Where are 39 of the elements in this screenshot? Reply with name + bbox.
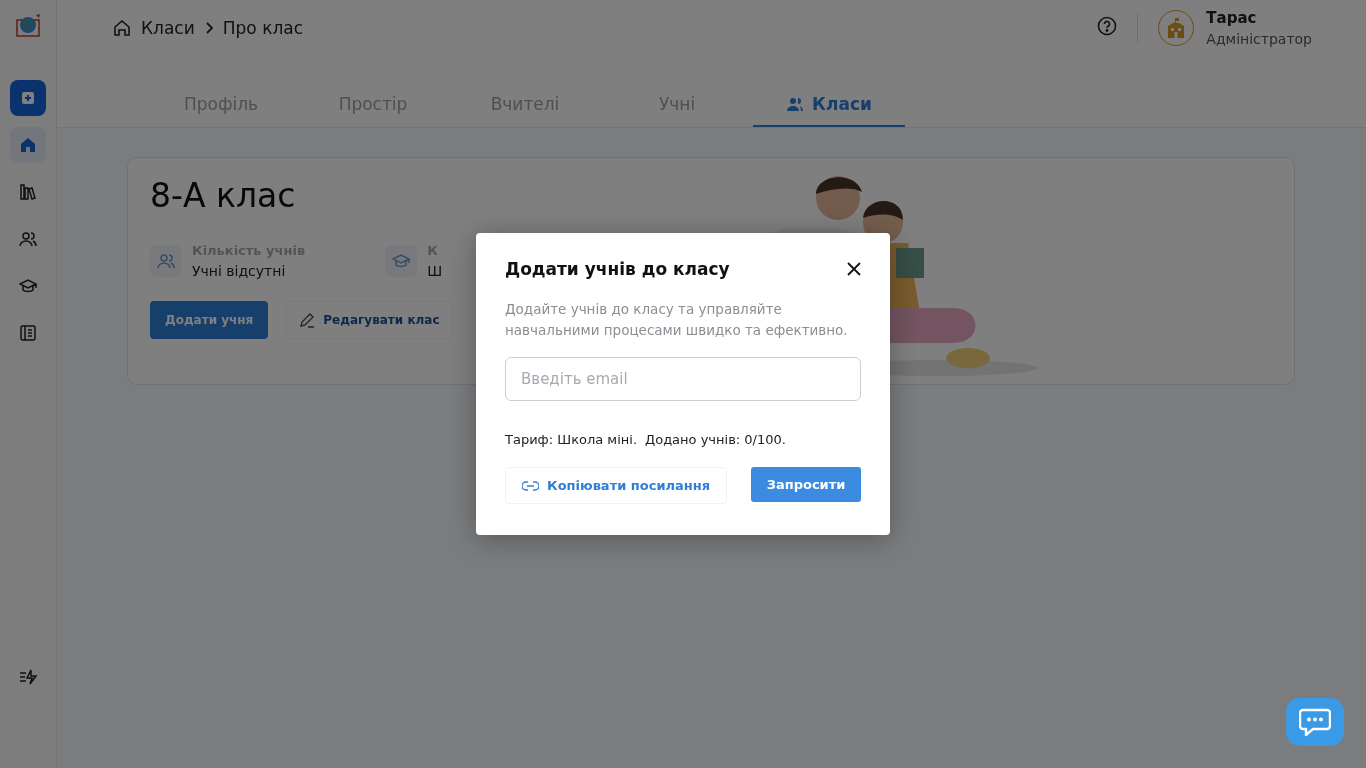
close-button[interactable] — [847, 262, 861, 276]
modal-description: Додайте учнів до класу та управляйте навчальними процесами швидко та ефективно. — [505, 300, 849, 340]
pencil-icon — [299, 312, 316, 328]
plus-icon — [21, 91, 35, 105]
stat-value: Ш — [427, 263, 443, 279]
help-icon[interactable] — [1097, 16, 1118, 36]
sidebar-item[interactable] — [10, 127, 46, 163]
edit-class-button[interactable]: Редагувати клас — [286, 301, 453, 339]
home-icon — [19, 136, 37, 154]
lightning-icon[interactable] — [19, 668, 37, 686]
user-role: Адміністратор — [1206, 31, 1312, 47]
users-icon — [157, 252, 175, 270]
link-icon — [522, 480, 539, 491]
tariff-text: Тариф: Школа міні. — [505, 432, 637, 447]
added-count-text: Додано учнів: 0/100. — [645, 432, 786, 447]
breadcrumb-item[interactable]: Класи — [141, 18, 195, 38]
user-name: Тарас — [1206, 9, 1258, 27]
invite-button[interactable]: Запросити — [751, 467, 861, 502]
users-icon — [19, 230, 37, 248]
graduation-cap-icon — [19, 277, 37, 295]
email-field[interactable]: Введіть email — [505, 357, 861, 401]
chat-icon — [1299, 708, 1331, 736]
home-icon[interactable] — [113, 19, 131, 37]
journal-icon — [19, 324, 37, 342]
users-icon — [786, 96, 805, 112]
add-student-button[interactable]: Додати учня — [150, 301, 269, 339]
add-button[interactable] — [10, 80, 46, 116]
globe-logo-icon[interactable] — [14, 12, 42, 40]
chevron-icon — [204, 21, 213, 34]
chat-button[interactable] — [1286, 698, 1344, 746]
copy-link-button[interactable]: Копіювати посилання — [505, 467, 728, 504]
close-icon — [847, 262, 861, 276]
stat-value: Учні відсутні — [192, 263, 287, 279]
class-title: 8-А клас — [150, 176, 297, 215]
breadcrumb-item: Про клас — [222, 18, 304, 38]
graduation-cap-icon — [392, 252, 411, 270]
modal-title: Додати учнів до класу — [505, 259, 730, 279]
tab[interactable]: Класи — [753, 83, 905, 127]
books-icon — [19, 183, 37, 201]
